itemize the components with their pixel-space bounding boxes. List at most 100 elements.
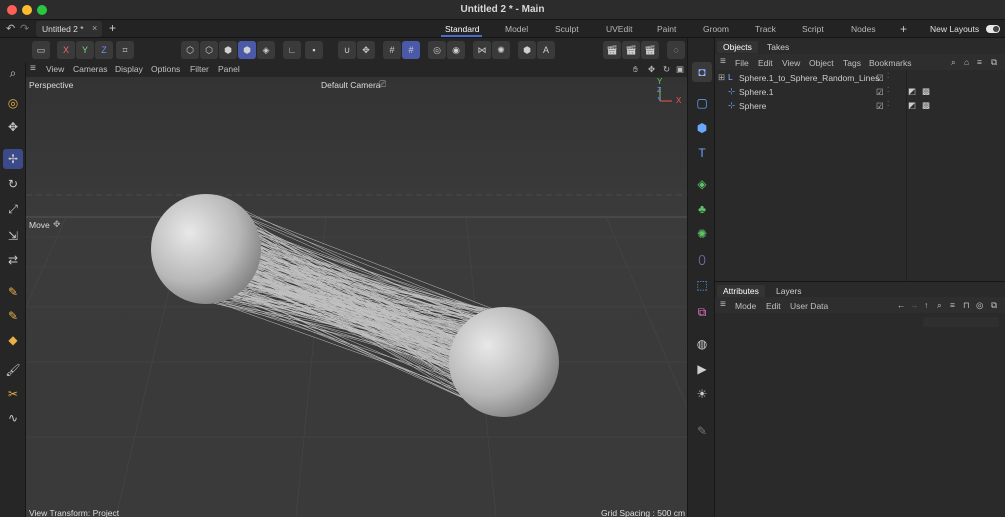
home-icon[interactable]: ⌂ [964, 57, 969, 67]
rotate-tool-icon[interactable]: ↻ [3, 174, 23, 194]
viewport-menu-view[interactable]: View [46, 64, 64, 74]
material-tag-icon[interactable]: ▩ [922, 100, 930, 111]
attributes-menu-edit[interactable]: Edit [766, 301, 781, 311]
visibility-toggle-icon[interactable]: ☑ [876, 73, 884, 84]
scale-tool-icon[interactable]: ⤢ [3, 199, 23, 219]
workspace-tab-groom[interactable]: Groom [703, 24, 729, 34]
subdivision-icon[interactable]: ◈ [692, 174, 712, 194]
objects-menu-file[interactable]: File [735, 58, 749, 68]
workspace-tab-nodes[interactable]: Nodes [851, 24, 876, 34]
viewport-menu-filter[interactable]: Filter [190, 64, 209, 74]
workspace-tab-standard[interactable]: Standard [441, 20, 482, 37]
camera-label[interactable]: Default Camera [321, 80, 381, 90]
object-row[interactable]: ⊹ Sphere.1 ☑ ⁚ ◩ ▩ [715, 86, 1005, 100]
search-objects-icon[interactable]: ⌕ [951, 57, 956, 68]
texture-mode-icon[interactable]: ◈ [257, 41, 275, 59]
script-icon[interactable]: A [537, 41, 555, 59]
rotate-camera-icon[interactable]: ↻ [663, 64, 670, 75]
light-icon[interactable]: ☀ [692, 384, 712, 404]
spline-shapes-icon[interactable]: ◆ [3, 330, 23, 350]
edges-mode-icon[interactable]: ⬡ [200, 41, 218, 59]
solo-icon[interactable]: ◉ [447, 41, 465, 59]
new-layouts-toggle[interactable] [986, 25, 1000, 33]
camera-icon[interactable]: ⎚ [379, 79, 386, 90]
objects-menu-edit[interactable]: Edit [758, 58, 773, 68]
material-tag-icon[interactable]: ▩ [922, 86, 930, 97]
cube-icon[interactable]: ⬢ [692, 118, 712, 138]
spline-pen-icon[interactable]: ✎ [3, 282, 23, 302]
cloner-icon[interactable]: ♣ [692, 199, 712, 219]
tab-takes[interactable]: Takes [761, 41, 795, 53]
tab-attributes[interactable]: Attributes [717, 285, 765, 297]
search-icon[interactable]: ⌕ [3, 63, 23, 83]
phong-tag-icon[interactable]: ◩ [908, 100, 916, 111]
snap-settings-icon[interactable]: # [402, 41, 420, 59]
render-queue-icon[interactable]: ◌ [667, 41, 685, 59]
render-active-view-icon[interactable]: 🎬︎ [603, 41, 621, 59]
z-axis-toggle[interactable]: Z [95, 41, 113, 59]
workspace-tab-model[interactable]: Model [505, 24, 528, 34]
viewport-menu-options[interactable]: Options [151, 64, 180, 74]
brush-icon[interactable]: 🖌︎ [3, 360, 23, 380]
workspace-tab-uvedit[interactable]: UVEdit [606, 24, 632, 34]
objects-menu-tags[interactable]: Tags [843, 58, 861, 68]
back-arrow-icon[interactable]: ← [897, 300, 906, 310]
maximize-view-icon[interactable]: ▣ [676, 64, 684, 75]
new-attributes-window-icon[interactable]: ⧉ [991, 300, 997, 311]
attributes-menu-user-data[interactable]: User Data [790, 301, 828, 311]
live-selection-icon[interactable]: ◎ [3, 93, 23, 113]
sphere-right[interactable] [449, 307, 559, 417]
up-arrow-icon[interactable]: ↑ [924, 300, 928, 310]
workspace-tab-track[interactable]: Track [755, 24, 776, 34]
document-tab[interactable]: Untitled 2 * × [36, 21, 102, 37]
effector-icon[interactable]: ✺ [692, 224, 712, 244]
objects-menu-object[interactable]: Object [809, 58, 834, 68]
move-camera-icon[interactable]: ✥ [648, 64, 655, 75]
objects-menu-bookmarks[interactable]: Bookmarks [869, 58, 912, 68]
y-axis-toggle[interactable]: Y [76, 41, 94, 59]
axis-mode-icon[interactable]: ∟ [283, 41, 301, 59]
phong-tag-icon[interactable]: ◩ [908, 86, 916, 97]
workspace-tab-sculpt[interactable]: Sculpt [555, 24, 579, 34]
new-window-icon[interactable]: ⧉ [991, 57, 997, 68]
hexagon-icon[interactable]: ⬢ [518, 41, 536, 59]
objects-menu-view[interactable]: View [782, 58, 800, 68]
transform-tools-icon[interactable]: ✥ [3, 117, 23, 137]
move-tool-icon[interactable]: ✢ [3, 149, 23, 169]
viewport-menu-panel[interactable]: Panel [218, 64, 240, 74]
knife-icon[interactable]: ✂ [3, 384, 23, 404]
sculpt-brush-icon[interactable]: ∿ [3, 408, 23, 428]
viewport[interactable]: Perspective Default Camera ⎚ Y Z X Move … [26, 77, 687, 517]
render-to-picture-viewer-icon[interactable]: 🎬︎ [622, 41, 640, 59]
volume-icon[interactable]: ⧉ [692, 302, 712, 322]
field-icon[interactable]: ⬚ [692, 275, 712, 295]
render-view-icon[interactable]: ▭ [32, 41, 50, 59]
editor-render-dots-icon[interactable]: ⁚ [887, 86, 889, 94]
visibility-toggle-icon[interactable]: ☑ [876, 101, 884, 112]
symmetry-icon[interactable]: ⋈ [473, 41, 491, 59]
tab-layers[interactable]: Layers [770, 285, 808, 297]
workspace-tab-script[interactable]: Script [802, 24, 824, 34]
redo-icon[interactable]: ↷ [20, 22, 29, 35]
spline-sketch-icon[interactable]: ✎ [3, 306, 23, 326]
render-settings-icon[interactable]: 🎬︎ [641, 41, 659, 59]
attributes-hamburger-icon[interactable]: ≡ [720, 299, 726, 310]
model-mode-icon[interactable]: ⬢ [238, 41, 256, 59]
pan-icon[interactable]: ✋︎ [633, 64, 638, 75]
workplane-icon[interactable]: ▪ [305, 41, 323, 59]
filter-icon[interactable]: ≡ [977, 57, 982, 67]
add-layout-icon[interactable]: + [900, 22, 907, 36]
viewport-menu-display[interactable]: Display [115, 64, 143, 74]
workspace-tab-paint[interactable]: Paint [657, 24, 676, 34]
move-axis-icon[interactable]: ⇲ [3, 226, 23, 246]
lock-icon[interactable]: ⊓ [963, 300, 970, 311]
solo-off-icon[interactable]: ◎ [428, 41, 446, 59]
close-tab-icon[interactable]: × [92, 23, 97, 33]
sphere-left[interactable] [151, 194, 261, 304]
viewport-menu-cameras[interactable]: Cameras [73, 64, 107, 74]
null-object-icon[interactable]: ◘ [692, 62, 712, 82]
deformer-icon[interactable]: ⬯ [692, 250, 712, 270]
editor-render-dots-icon[interactable]: ⁚ [887, 100, 889, 108]
visibility-toggle-icon[interactable]: ☑ [876, 87, 884, 98]
coordinate-system-icon[interactable]: ⌗ [116, 41, 134, 59]
